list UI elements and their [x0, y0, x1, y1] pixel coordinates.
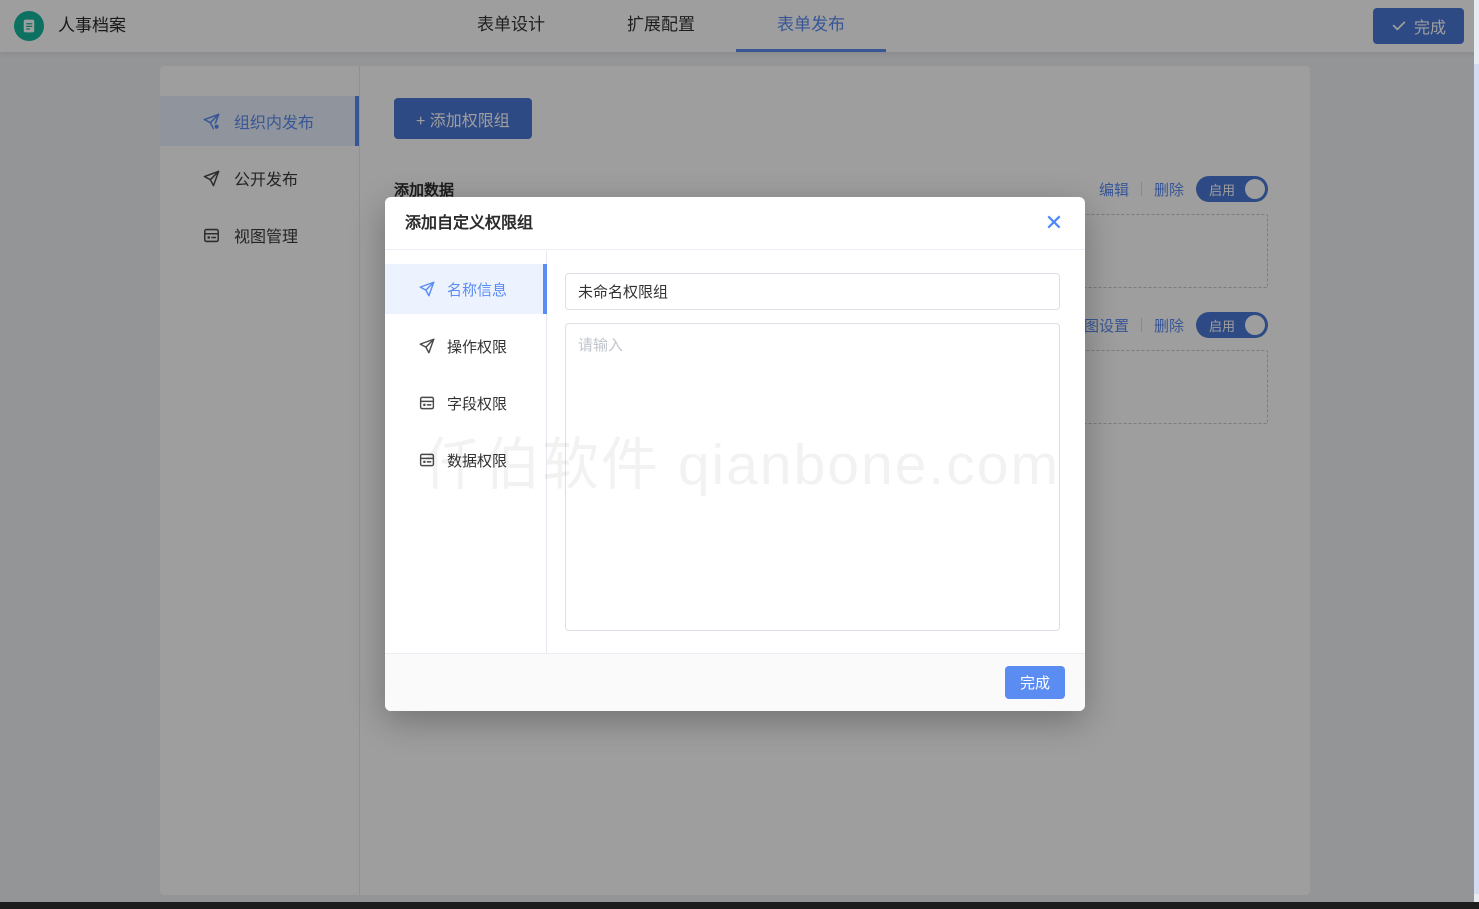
send-icon	[418, 337, 436, 355]
modal-content	[547, 251, 1085, 653]
group-description-textarea[interactable]	[565, 323, 1060, 631]
modal-nav: 名称信息 操作权限 字	[385, 251, 547, 653]
modal-nav-label: 名称信息	[447, 279, 507, 300]
modal-nav-operation-permission[interactable]: 操作权限	[385, 321, 546, 371]
modal-nav-label: 操作权限	[447, 336, 507, 357]
scrollbar-thumb[interactable]	[1474, 64, 1479, 894]
modal-title: 添加自定义权限组	[385, 197, 1085, 250]
modal-nav-name-info[interactable]: 名称信息	[385, 264, 546, 314]
send-icon	[418, 280, 436, 298]
modal-footer: 完成	[385, 653, 1085, 711]
modal-header: 添加自定义权限组 ✕	[385, 197, 1085, 250]
modal-nav-label: 数据权限	[447, 450, 507, 471]
bottom-edge-strip	[0, 902, 1479, 909]
modal-nav-field-permission[interactable]: 字段权限	[385, 378, 546, 428]
group-name-input[interactable]	[565, 273, 1060, 310]
add-permission-group-modal: 添加自定义权限组 ✕ 名称信息 操作权限	[385, 197, 1085, 711]
scrollbar[interactable]	[1474, 0, 1479, 909]
modal-nav-data-permission[interactable]: 数据权限	[385, 435, 546, 485]
close-icon[interactable]: ✕	[1039, 208, 1069, 238]
view-icon	[418, 451, 436, 469]
modal-done-button[interactable]: 完成	[1005, 666, 1065, 699]
modal-nav-label: 字段权限	[447, 393, 507, 414]
modal-body: 名称信息 操作权限 字	[385, 251, 1085, 653]
view-icon	[418, 394, 436, 412]
